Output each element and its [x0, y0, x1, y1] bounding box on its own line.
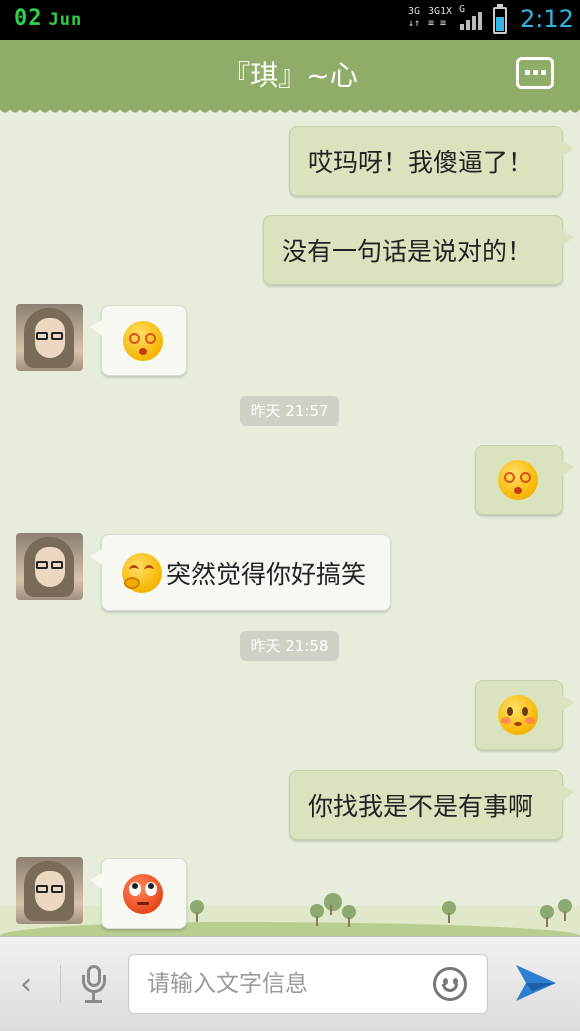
message-text: 突然觉得你好搞笑: [166, 559, 367, 589]
message-text: 你找我是不是有事啊: [308, 792, 534, 821]
message-bubble-outgoing[interactable]: 你找我是不是有事啊: [289, 770, 574, 840]
timestamp: 昨天 21:58: [240, 631, 339, 661]
signal-bars-icon: [460, 10, 484, 30]
chat-title: 『琪』~心: [222, 59, 358, 92]
message-bubble-outgoing[interactable]: [475, 445, 574, 515]
message-bubble-outgoing[interactable]: [475, 680, 574, 750]
battery-icon: [493, 4, 507, 34]
divider: [60, 965, 61, 1003]
decor-tree: [442, 901, 456, 923]
status-month: Jun: [48, 10, 83, 30]
more-dots-icon[interactable]: [516, 57, 554, 89]
status-day: 02: [14, 6, 43, 31]
rolling-eyes-emoji: [123, 873, 163, 914]
decor-tree: [558, 899, 572, 921]
message-bubble-incoming[interactable]: 突然觉得你好搞笑: [90, 534, 391, 611]
microphone-icon[interactable]: [80, 965, 108, 1005]
network-3g1x-icon: 3G1X ≡ ≡: [428, 6, 453, 29]
decor-tree: [540, 905, 554, 927]
decor-tree: [310, 904, 324, 926]
avatar[interactable]: [16, 857, 83, 924]
chat-header: 『琪』~心: [0, 40, 580, 116]
dizzy-face-emoji: [123, 320, 163, 361]
background-scenery: [0, 906, 580, 936]
status-time: 2:12: [520, 5, 574, 33]
send-icon[interactable]: [514, 961, 558, 1005]
laughing-face-emoji: [122, 552, 162, 593]
decor-tree: [190, 900, 204, 922]
avatar[interactable]: [16, 533, 83, 600]
decor-tree: [342, 905, 356, 927]
chevron-left-icon[interactable]: ‹: [20, 967, 32, 1002]
emoji-picker-icon[interactable]: [433, 967, 467, 1001]
avatar[interactable]: [16, 304, 83, 371]
message-bubble-incoming[interactable]: [90, 305, 187, 376]
message-bubble-outgoing[interactable]: 哎玛呀！我傻逼了！: [289, 126, 574, 196]
message-bubble-incoming[interactable]: [90, 858, 187, 929]
timestamp: 昨天 21:57: [240, 396, 339, 426]
dizzy-face-emoji: [498, 460, 538, 500]
shy-face-emoji: [498, 695, 538, 735]
input-bar: ‹: [0, 936, 580, 1031]
status-date: 02 Jun: [14, 6, 82, 31]
message-text: 没有一句话是说对的！: [282, 237, 533, 266]
message-text: 哎玛呀！我傻逼了！: [308, 148, 534, 177]
decor-tree: [324, 893, 342, 915]
network-3g-icon: 3G ↓↑: [408, 6, 421, 29]
status-bar: 02 Jun 3G ↓↑ 3G1X ≡ ≡ G 2:12: [0, 0, 580, 40]
message-bubble-outgoing[interactable]: 没有一句话是说对的！: [263, 215, 574, 285]
